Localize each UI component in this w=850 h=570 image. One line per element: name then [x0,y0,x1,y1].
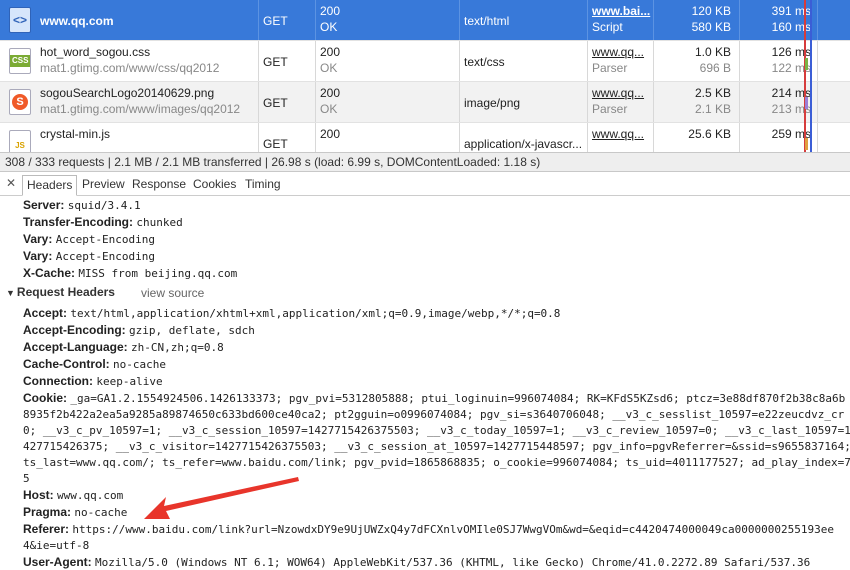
request-method: GET [263,96,288,110]
initiator-link[interactable]: www.qq... [592,85,649,101]
response-header: X-Cache: MISS from beijing.qq.com [23,266,238,280]
request-name: www.qq.com [40,14,114,28]
request-type: text/html [464,14,510,28]
status-text: OK [320,61,338,75]
load-event-line [804,0,806,152]
request-row[interactable]: CSS hot_word_sogou.css mat1.gtimg.com/www… [0,41,850,82]
initiator-link[interactable]: www.qq... [592,44,649,60]
request-name: hot_word_sogou.css [40,45,151,59]
request-row[interactable]: JS crystal-min.js GET 200 application/x-… [0,123,850,152]
request-header-user-agent: User-Agent: Mozilla/5.0 (Windows NT 6.1;… [23,555,811,569]
request-row[interactable]: <> www.qq.com GET 200 OK text/html www.ba… [0,0,850,41]
response-header: Vary: Accept-Encoding [23,232,156,246]
cookie-value-line: 427715426375; __v3_c_visitor=14277154263… [23,440,850,453]
tab-response[interactable]: Response [128,175,190,196]
request-path: mat1.gtimg.com/www/css/qq2012 [40,61,220,75]
cookie-value-line: 5 [23,472,30,485]
initiator-type: Script [592,20,623,34]
request-time: 214 ms [771,86,811,100]
initiator-type: Parser [592,102,628,116]
request-header-accept-language: Accept-Language: zh-CN,zh;q=0.8 [23,340,224,354]
detail-tabs: ✕ Headers Preview Response Cookies Timin… [0,172,850,196]
transfer-size: 2.5 KB [694,86,731,100]
request-time: 259 ms [771,127,811,141]
transfer-size: 25.6 KB [688,127,731,141]
status-text: OK [320,102,338,116]
tab-preview[interactable]: Preview [78,175,129,196]
request-time: 126 ms [771,45,811,59]
content-size: 580 KB [691,20,731,34]
request-method: GET [263,137,288,151]
request-type: text/css [464,55,505,69]
cookie-value-line: ts_last=www.qq.com/; ts_refer=www.baidu.… [23,456,850,469]
cookie-value-line: 0; __v3_c_pv_10597=1; __v3_c_session_105… [23,424,850,437]
request-path: mat1.gtimg.com/www/images/qq2012 [40,102,241,116]
network-summary-bar: 308 / 333 requests | 2.1 MB / 2.1 MB tra… [0,152,850,172]
referer-value-line: 4&ie=utf-8 [23,539,90,552]
view-source-link[interactable]: view source [141,286,204,300]
status-code: 200 [320,86,341,100]
request-header-connection: Connection: keep-alive [23,374,163,388]
request-row[interactable]: S sogouSearchLogo20140629.png mat1.gtimg.… [0,82,850,123]
tab-cookies[interactable]: Cookies [189,175,240,196]
request-header-accept: Accept: text/html,application/xhtml+xml,… [23,306,561,320]
timeline-bar [805,58,808,70]
domcontentloaded-line [810,0,812,152]
tab-timing[interactable]: Timing [241,175,285,196]
request-headers-toggle[interactable]: ▼ Request Headers [6,285,115,299]
status-code: 200 [320,127,341,141]
timeline-bar [805,97,808,109]
triangle-down-icon: ▼ [6,288,15,298]
status-code: 200 [320,45,341,59]
request-header-cache-control: Cache-Control: no-cache [23,357,166,371]
cookie-value-line: 8935f2b422a2ea5a9285a89874650c633bd600ce… [23,408,845,421]
transfer-size: 120 KB [691,4,731,18]
request-header-accept-encoding: Accept-Encoding: gzip, deflate, sdch [23,323,255,337]
request-header-cookie: Cookie: _ga=GA1.2.1554924506.1426133373;… [23,391,846,405]
request-method: GET [263,55,288,69]
request-latency: 122 ms [771,61,811,75]
request-time: 391 ms [771,4,811,18]
response-header: Transfer-Encoding: chunked [23,215,183,229]
initiator-link[interactable]: www.qq... [592,126,649,142]
initiator-type: Parser [592,61,628,75]
request-latency: 213 ms [771,102,811,116]
transfer-size: 1.0 KB [694,45,731,59]
request-header-host: Host: www.qq.com [23,488,124,502]
headers-panel: Server: squid/3.4.1 Transfer-Encoding: c… [0,197,850,570]
request-latency: 160 ms [771,20,811,34]
request-name: sogouSearchLogo20140629.png [40,86,215,100]
close-icon[interactable]: ✕ [6,176,16,190]
status-code: 200 [320,4,341,18]
request-name: crystal-min.js [40,127,111,141]
network-request-table: <> www.qq.com GET 200 OK text/html www.ba… [0,0,850,152]
response-header: Vary: Accept-Encoding [23,249,156,263]
content-size: 2.1 KB [694,102,731,116]
initiator-link[interactable]: www.bai... [592,3,650,19]
timeline-bar [805,138,808,150]
request-method: GET [263,14,288,28]
status-text: OK [320,20,338,34]
tab-headers[interactable]: Headers [22,175,78,196]
request-type: image/png [464,96,521,110]
request-header-pragma: Pragma: no-cache [23,505,128,519]
content-size: 696 B [699,61,731,75]
response-header: Server: squid/3.4.1 [23,198,141,212]
annotation-arrow-icon [144,477,299,519]
request-type: application/x-javascr... [464,137,583,151]
